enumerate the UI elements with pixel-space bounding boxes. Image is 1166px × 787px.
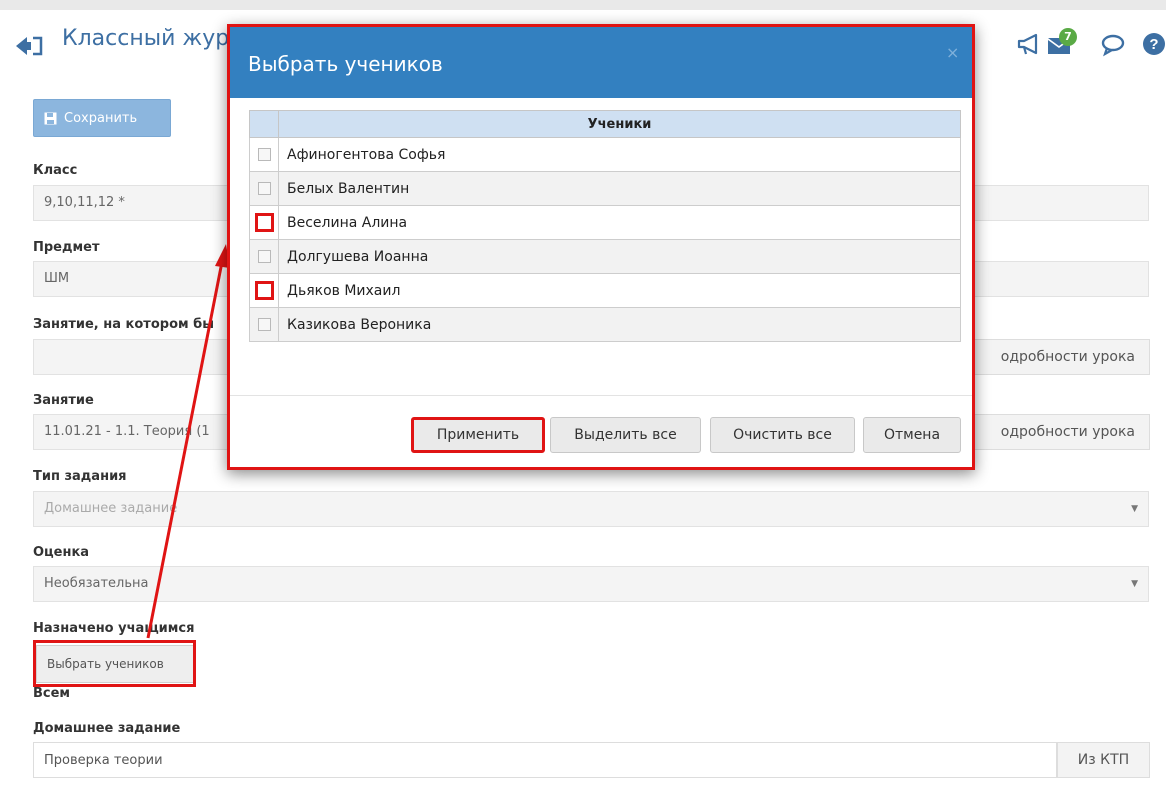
row-checkbox-cell bbox=[249, 205, 279, 240]
student-checkbox-highlighted[interactable] bbox=[254, 213, 274, 232]
students-table: Ученики Афиногентова Софья Белых Валенти… bbox=[249, 110, 961, 342]
student-name: Долгушева Иоанна bbox=[278, 239, 961, 274]
dialog-title: Выбрать учеников bbox=[248, 52, 443, 76]
student-checkbox[interactable] bbox=[257, 250, 271, 263]
cancel-button[interactable]: Отмена bbox=[863, 417, 961, 453]
student-checkbox-highlighted[interactable] bbox=[254, 281, 274, 300]
table-row[interactable]: Дьяков Михаил bbox=[249, 273, 961, 308]
dialog-header: Выбрать учеников × bbox=[230, 27, 972, 98]
table-row[interactable]: Белых Валентин bbox=[249, 171, 961, 206]
row-checkbox-cell bbox=[249, 273, 279, 308]
select-students-dialog: Выбрать учеников × Ученики Афиногентова … bbox=[227, 24, 975, 470]
student-name: Дьяков Михаил bbox=[278, 273, 961, 308]
student-checkbox[interactable] bbox=[257, 318, 271, 331]
students-column-header: Ученики bbox=[278, 110, 961, 138]
close-icon[interactable]: × bbox=[946, 43, 959, 62]
row-checkbox-cell bbox=[249, 239, 279, 274]
student-checkbox[interactable] bbox=[257, 148, 271, 161]
apply-button[interactable]: Применить bbox=[411, 417, 545, 453]
table-row[interactable]: Веселина Алина bbox=[249, 205, 961, 240]
table-row[interactable]: Долгушева Иоанна bbox=[249, 239, 961, 274]
student-name: Афиногентова Софья bbox=[278, 137, 961, 172]
row-checkbox-cell bbox=[249, 307, 279, 342]
table-header-row: Ученики bbox=[249, 110, 961, 138]
student-name: Веселина Алина bbox=[278, 205, 961, 240]
checkbox-column-header bbox=[249, 110, 279, 138]
row-checkbox-cell bbox=[249, 171, 279, 206]
student-name: Казикова Вероника bbox=[278, 307, 961, 342]
row-checkbox-cell bbox=[249, 137, 279, 172]
table-row[interactable]: Казикова Вероника bbox=[249, 307, 961, 342]
clear-all-button[interactable]: Очистить все bbox=[710, 417, 855, 453]
dialog-footer-divider bbox=[230, 395, 972, 396]
table-row[interactable]: Афиногентова Софья bbox=[249, 137, 961, 172]
student-name: Белых Валентин bbox=[278, 171, 961, 206]
student-checkbox[interactable] bbox=[257, 182, 271, 195]
select-all-button[interactable]: Выделить все bbox=[550, 417, 701, 453]
